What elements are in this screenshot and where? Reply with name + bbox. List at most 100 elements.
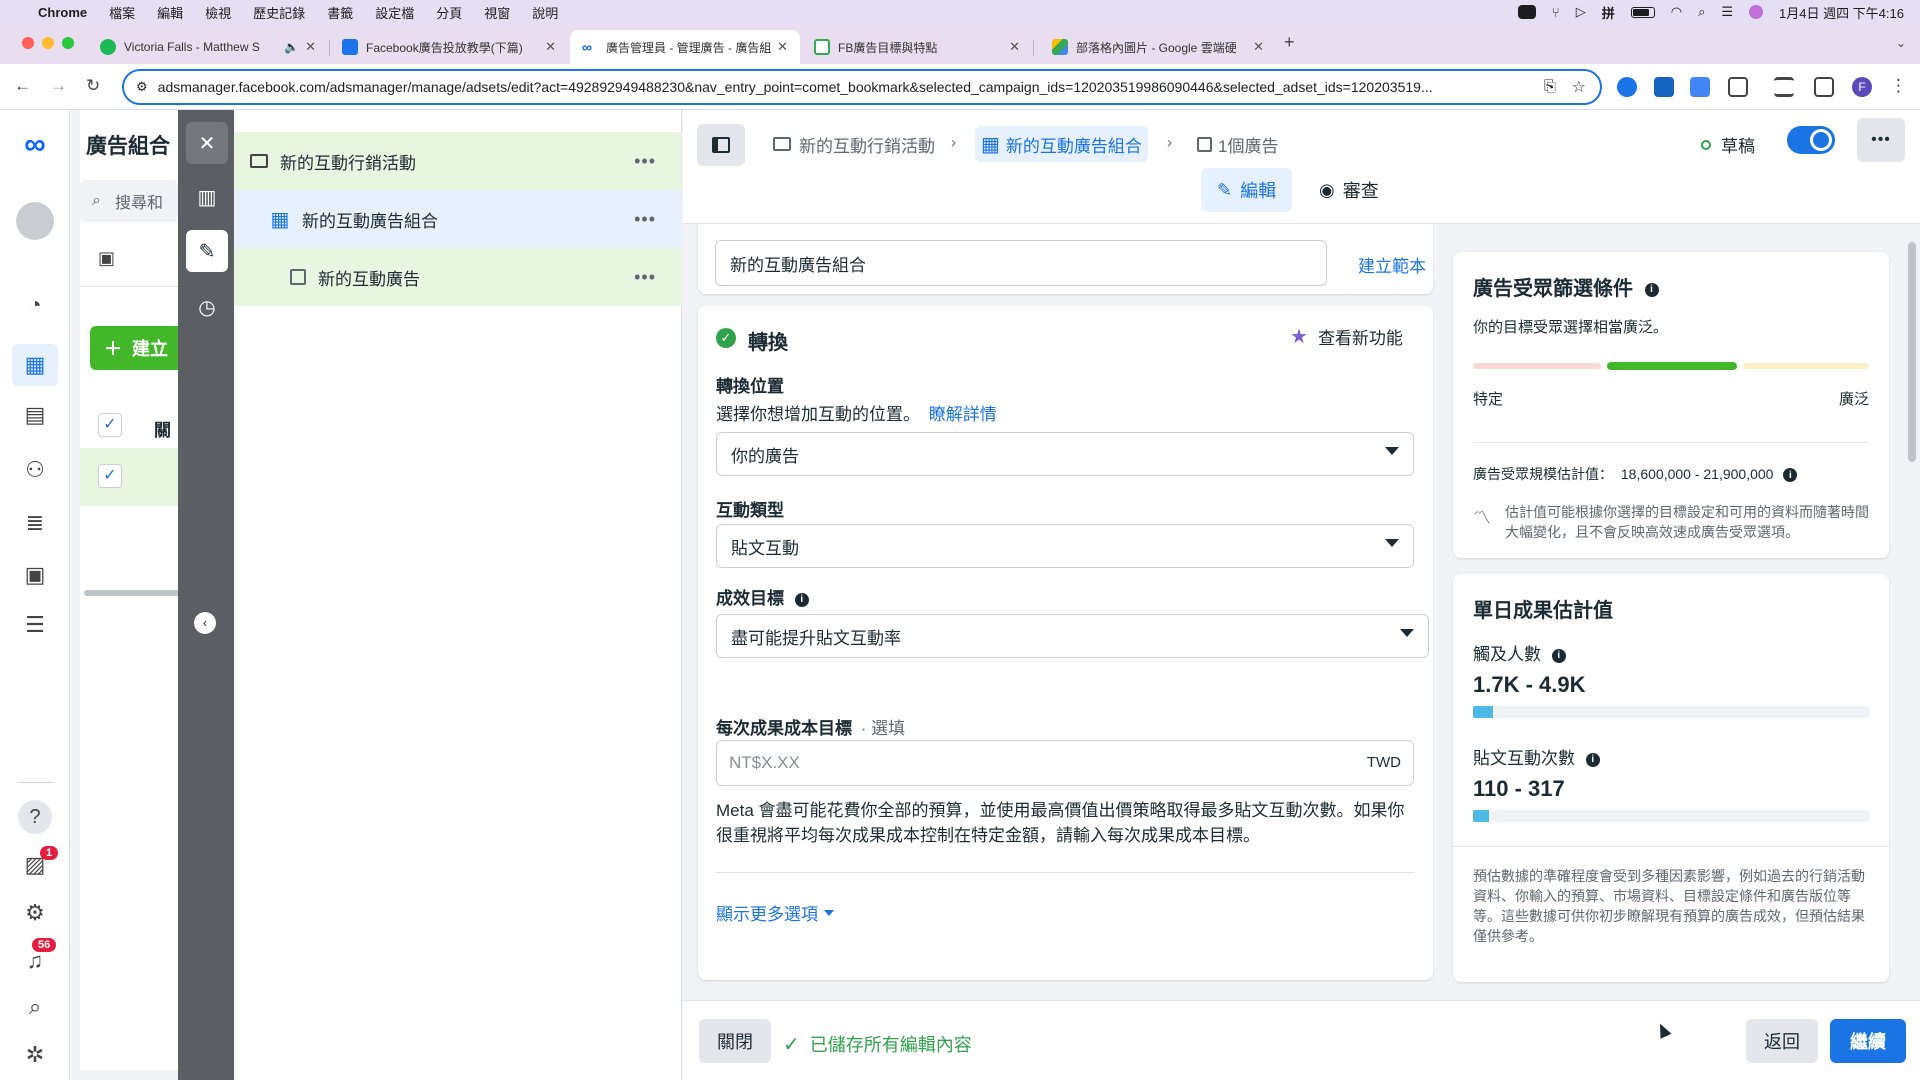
extension-icon[interactable] xyxy=(1617,77,1637,97)
close-window-button[interactable] xyxy=(22,37,34,49)
audiences-icon[interactable]: ⚇ xyxy=(20,455,50,485)
menu-profiles[interactable]: 設定檔 xyxy=(375,3,414,22)
chart-icon[interactable]: ▥ xyxy=(186,176,228,218)
tab-spotify[interactable]: Victoria Falls - Matthew S 🔈 ✕ xyxy=(88,30,328,64)
performance-goal-select[interactable]: 盡可能提升貼文互動率 xyxy=(716,614,1429,658)
translate-icon[interactable] xyxy=(1690,77,1710,97)
fork-icon[interactable]: ⑂ xyxy=(1552,5,1560,20)
show-more-options[interactable]: 顯示更多選項 xyxy=(716,900,834,925)
reports-icon[interactable]: ▤ xyxy=(20,400,50,430)
edit-pencil-button[interactable]: ✎ xyxy=(186,230,228,272)
site-info-icon[interactable]: ⚙ xyxy=(136,79,148,95)
tree-item-adset[interactable]: ▦ 新的互動廣告組合 ••• xyxy=(234,190,682,248)
tab-edit[interactable]: ✎ 編輯 xyxy=(1201,168,1293,212)
collapse-chevron-button[interactable]: ‹ xyxy=(194,612,216,634)
create-template-link[interactable]: 建立範本 xyxy=(1358,252,1426,277)
search-icon[interactable]: ⌕ xyxy=(1698,4,1705,20)
reload-icon[interactable]: ↻ xyxy=(86,76,100,96)
bg-create-button[interactable]: ＋ 建立 xyxy=(90,326,180,370)
bg-folder-tab-icon[interactable]: ▣ xyxy=(98,248,115,269)
menu-tab[interactable]: 分頁 xyxy=(436,3,462,22)
address-bar[interactable]: ⚙ adsmanager.facebook.com/adsmanager/man… xyxy=(122,69,1602,105)
bg-row-checkbox[interactable]: ✓ xyxy=(98,464,122,488)
tree-item-campaign[interactable]: 新的互動行銷活動 ••• xyxy=(234,132,682,190)
search-icon[interactable]: ⌕ xyxy=(20,992,50,1022)
bookmark-star-icon[interactable]: ☆ xyxy=(1572,77,1586,97)
minimize-window-button[interactable] xyxy=(42,37,54,49)
continue-button[interactable]: 繼續 xyxy=(1830,1019,1906,1063)
history-clock-icon[interactable]: ◷ xyxy=(186,286,228,328)
new-tab-icon[interactable]: + xyxy=(1284,32,1295,53)
learn-more-link[interactable]: 瞭解詳情 xyxy=(929,405,997,424)
media-icon[interactable] xyxy=(1774,77,1794,97)
close-button[interactable]: 關閉 xyxy=(699,1019,771,1063)
battery-icon[interactable] xyxy=(1630,6,1655,18)
control-center-icon[interactable]: ☰ xyxy=(1721,4,1733,20)
back-button[interactable]: 返回 xyxy=(1746,1019,1818,1063)
back-icon[interactable]: ← xyxy=(14,76,31,96)
more-options-icon[interactable]: ••• xyxy=(634,267,656,288)
bug-report-icon[interactable]: ✲ xyxy=(20,1040,50,1070)
account-avatar[interactable] xyxy=(16,202,54,240)
active-toggle[interactable] xyxy=(1787,126,1835,154)
content-scrollbar[interactable] xyxy=(1908,242,1916,462)
cost-goal-input[interactable]: NT$X.XX TWD xyxy=(716,740,1414,786)
install-icon[interactable]: ⎘ xyxy=(1544,78,1556,95)
puzzle-icon[interactable] xyxy=(1728,77,1748,97)
tab-review[interactable]: ◉ 審查 xyxy=(1303,168,1395,212)
adset-name-input[interactable]: 新的互動廣告組合 xyxy=(715,240,1327,286)
tab-fb-tutorial[interactable]: Facebook廣告投放教學(下篇) ✕ xyxy=(330,30,568,64)
menu-history[interactable]: 歷史記錄 xyxy=(253,3,305,22)
info-icon[interactable]: i xyxy=(1783,468,1798,483)
campaigns-table-icon[interactable]: ▦ xyxy=(12,344,58,386)
media-library-icon[interactable]: ▣ xyxy=(20,560,50,590)
meta-logo-icon[interactable]: ∞ xyxy=(20,128,50,161)
close-tab-icon[interactable]: ✕ xyxy=(777,39,788,55)
line-app-icon[interactable] xyxy=(1517,5,1536,19)
close-tab-icon[interactable]: ✕ xyxy=(545,39,556,55)
tab-ads-manager[interactable]: ∞ 廣告管理員 - 管理廣告 - 廣告組 ✕ xyxy=(570,30,800,64)
play-icon[interactable]: ▷ xyxy=(1576,4,1586,20)
menu-help[interactable]: 說明 xyxy=(532,3,558,22)
tab-fb-goals[interactable]: FB廣告目標與特點 ✕ xyxy=(802,30,1032,64)
menu-kebab-icon[interactable]: ⋮ xyxy=(1890,76,1907,96)
menu-edit[interactable]: 編輯 xyxy=(157,3,183,22)
info-icon[interactable]: i xyxy=(1644,282,1659,297)
more-options-icon[interactable]: ••• xyxy=(634,151,656,172)
settings-gear-icon[interactable]: ⚙ xyxy=(20,898,50,928)
breadcrumb-campaign[interactable]: 新的互動行銷活動 xyxy=(767,126,941,162)
forward-icon[interactable]: → xyxy=(50,76,67,96)
tab-google-drive[interactable]: 部落格內圖片 - Google 雲端硬 ✕ xyxy=(1040,30,1276,64)
info-icon[interactable]: i xyxy=(1585,752,1600,767)
side-panel-icon[interactable] xyxy=(1814,77,1834,97)
engagement-type-select[interactable]: 貼文互動 xyxy=(716,524,1414,568)
all-tools-icon[interactable]: ☰ xyxy=(20,610,50,640)
info-icon[interactable]: i xyxy=(1551,648,1566,663)
info-icon[interactable]: i xyxy=(794,592,809,607)
speaker-icon[interactable]: 🔈 xyxy=(284,40,299,54)
bg-scrollbar[interactable] xyxy=(84,590,180,596)
profile-avatar[interactable]: F xyxy=(1852,77,1872,97)
bg-selected-row[interactable]: ✓ xyxy=(80,448,180,506)
billing-icon[interactable]: ≣ xyxy=(20,508,50,538)
bg-header-checkbox[interactable]: ✓ xyxy=(98,413,122,437)
toggle-panel-button[interactable] xyxy=(697,124,745,166)
close-tab-icon[interactable]: ✕ xyxy=(305,39,316,55)
close-tab-icon[interactable]: ✕ xyxy=(1253,39,1264,55)
menu-file[interactable]: 檔案 xyxy=(109,3,135,22)
keyboard-icon[interactable]: 拼 xyxy=(1602,3,1615,22)
extension-badge-icon[interactable] xyxy=(1654,77,1674,97)
breadcrumb-ads[interactable]: 1個廣告 xyxy=(1191,126,1284,162)
siri-icon[interactable] xyxy=(1749,5,1763,19)
close-editor-button[interactable]: ✕ xyxy=(186,122,228,164)
menu-window[interactable]: 視窗 xyxy=(484,3,510,22)
menu-view[interactable]: 檢視 xyxy=(205,3,231,22)
tree-item-ad[interactable]: 新的互動廣告 ••• xyxy=(234,248,682,306)
breadcrumb-adset[interactable]: ▦ 新的互動廣告組合 xyxy=(975,126,1148,162)
close-tab-icon[interactable]: ✕ xyxy=(1009,39,1020,55)
dashboard-icon[interactable]: ◔ xyxy=(20,290,50,320)
more-options-icon[interactable]: ••• xyxy=(634,209,656,230)
zoom-window-button[interactable] xyxy=(62,37,74,49)
conversion-location-select[interactable]: 你的廣告 xyxy=(716,432,1414,476)
wifi-icon[interactable]: ◠ xyxy=(1671,4,1682,20)
